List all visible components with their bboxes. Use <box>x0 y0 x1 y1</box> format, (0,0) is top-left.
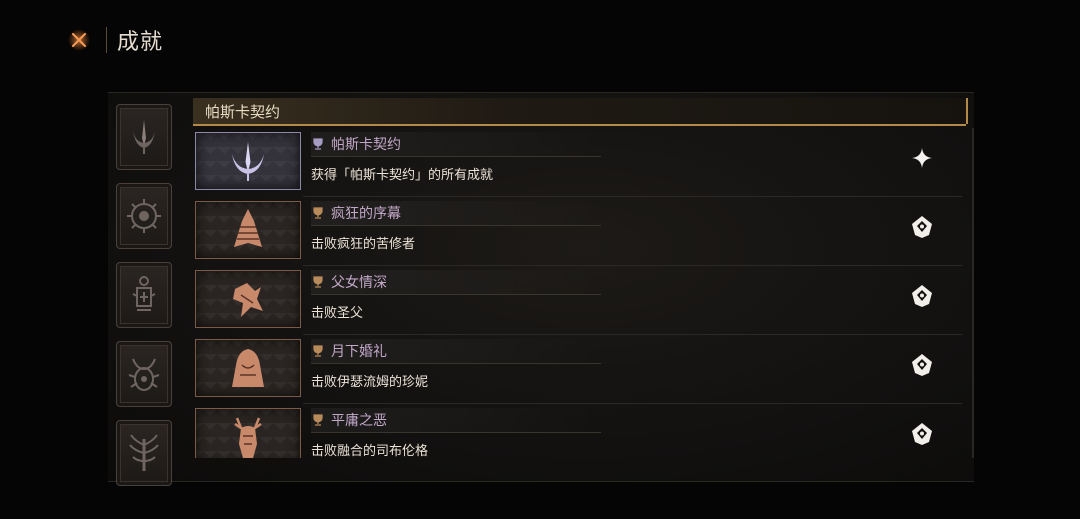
section-title: 帕斯卡契约 <box>205 102 281 121</box>
crescent-crown-icon <box>232 142 264 181</box>
sun-sigil-icon <box>127 199 161 233</box>
category-tab-pascal[interactable] <box>116 104 172 170</box>
achievement-list[interactable]: 帕斯卡契约 获得「帕斯卡契约」的所有成就 疯狂的序幕 击败疯狂的苦修者 父女情深… <box>193 128 974 458</box>
category-tab-tree[interactable] <box>116 420 172 486</box>
tree-sigil-icon <box>129 434 159 471</box>
achievement-thumbnail <box>195 201 301 259</box>
emblem-icon <box>912 354 932 376</box>
achievement-name: 帕斯卡契约 <box>331 137 401 153</box>
close-x-icon <box>68 29 90 51</box>
achievement-status <box>910 353 934 377</box>
achievement-status <box>910 215 934 239</box>
achievement-description: 击败融合的司布伦格 <box>311 444 429 458</box>
achievement-row[interactable]: 月下婚礼 击败伊瑟流姆的珍妮 <box>193 335 972 404</box>
achievement-description: 击败圣父 <box>311 306 364 321</box>
emblem-icon <box>912 423 932 445</box>
achievement-title: 月下婚礼 <box>311 339 601 364</box>
trophy-icon <box>311 413 325 427</box>
achievement-title: 疯狂的序幕 <box>311 201 601 226</box>
section-header: 帕斯卡契约 <box>193 98 968 126</box>
horned-sigil-icon <box>128 358 160 391</box>
achievement-description: 击败疯狂的苦修者 <box>311 237 416 252</box>
antler-beast-icon <box>234 417 262 458</box>
header: 成就 <box>64 20 163 60</box>
achievement-title: 帕斯卡契约 <box>311 132 601 157</box>
achievement-name: 疯狂的序幕 <box>331 206 401 222</box>
achievement-row[interactable]: 父女情深 击败圣父 <box>193 266 972 335</box>
category-tab-horned[interactable] <box>116 341 172 407</box>
twisted-figure-icon <box>233 283 263 317</box>
header-divider <box>106 27 107 53</box>
achievement-thumbnail <box>195 339 301 397</box>
emblem-icon <box>912 285 932 307</box>
crescent-crown-icon <box>133 120 155 154</box>
trophy-icon <box>311 206 325 220</box>
veiled-bride-icon <box>232 349 264 387</box>
achievement-row[interactable]: 疯狂的序幕 击败疯狂的苦修者 <box>193 197 972 266</box>
trophy-icon <box>311 344 325 358</box>
achievement-row[interactable]: 帕斯卡契约 获得「帕斯卡契约」的所有成就 <box>193 128 972 197</box>
achievement-name: 月下婚礼 <box>331 344 387 360</box>
category-tab-lantern[interactable] <box>116 262 172 328</box>
lantern-sigil-icon <box>132 276 156 311</box>
achievement-status <box>910 146 934 170</box>
achievement-status <box>910 422 934 446</box>
achievement-thumbnail <box>195 408 301 458</box>
trophy-icon <box>311 275 325 289</box>
achievement-thumbnail <box>195 132 301 190</box>
achievement-name: 平庸之恶 <box>331 413 387 429</box>
achievement-description: 击败伊瑟流姆的珍妮 <box>311 375 429 390</box>
emblem-icon <box>912 216 932 238</box>
category-sidebar <box>116 104 172 499</box>
trophy-icon <box>311 137 325 151</box>
spiked-beast-icon <box>234 209 262 247</box>
close-button[interactable] <box>64 25 94 55</box>
achievement-row[interactable]: 平庸之恶 击败融合的司布伦格 <box>193 404 972 458</box>
achievement-title: 父女情深 <box>311 270 601 295</box>
achievement-name: 父女情深 <box>331 275 387 291</box>
achievement-description: 获得「帕斯卡契约」的所有成就 <box>311 168 494 183</box>
category-tab-sun[interactable] <box>116 183 172 249</box>
achievement-status <box>910 284 934 308</box>
achievement-title: 平庸之恶 <box>311 408 601 433</box>
sparkle-icon <box>912 148 932 168</box>
achievement-thumbnail <box>195 270 301 328</box>
page-title: 成就 <box>117 30 164 55</box>
